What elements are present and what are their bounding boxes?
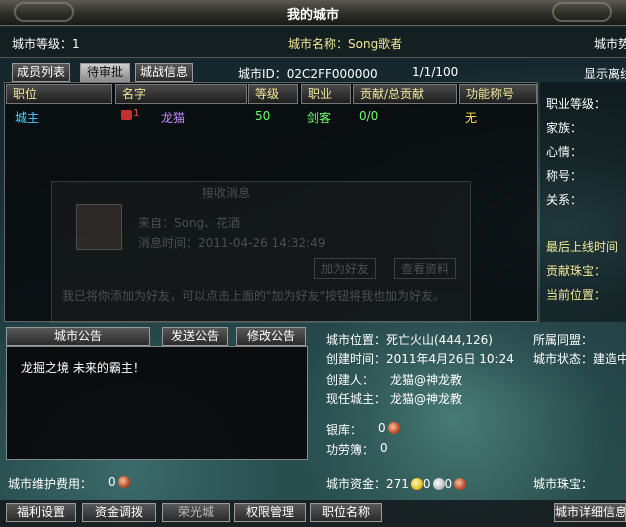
send-notice-button[interactable]: 发送公告: [162, 327, 228, 346]
gold-coin-icon: [410, 478, 423, 490]
city-status: 城市状态：建造中: [533, 352, 626, 366]
member-function-title: 无: [465, 111, 478, 125]
member-position: 城主: [15, 111, 40, 125]
member-contribution: 0/0: [359, 109, 379, 123]
city-details-button[interactable]: 城市详细信息: [554, 503, 626, 522]
creator-label: 创建人：: [326, 373, 375, 387]
edit-notice-button[interactable]: 修改公告: [236, 327, 306, 346]
merit-label: 功劳簿：: [326, 443, 375, 457]
lord-badge-icon: [121, 110, 132, 120]
ghost-dialog-body: 我已将你添加为好友，可以点击上面的"加为好友"按钮将我也加为好友。: [62, 289, 446, 303]
tab-city-war-info[interactable]: 城战信息: [135, 63, 193, 82]
maintenance-amount: 0: [108, 475, 116, 489]
member-job: 剑客: [307, 111, 332, 125]
city-funds-gold: 城市资金：271: [326, 477, 409, 491]
member-table: 职位 名字 等级 职业 贡献/总贡献 功能称号 城主 1 龙猫 50 剑客 0/…: [4, 82, 538, 323]
nickname-label: 称号：: [546, 169, 583, 183]
ghost-view-info-button: 查看资料: [394, 258, 457, 279]
last-online-label: 最后上线时间: [546, 240, 619, 254]
ghost-add-friend-button: 加为好友: [314, 258, 377, 279]
maintenance-fee-label: 城市维护费用：: [8, 477, 93, 491]
city-gem-label: 城市珠宝：: [533, 477, 594, 491]
family-label: 家族：: [546, 121, 583, 135]
alliance-label: 所属同盟：: [533, 333, 594, 347]
maintenance-fee-value: 0: [108, 475, 130, 489]
copper-coin-icon: [387, 422, 400, 434]
tab-pending-approval[interactable]: 待审批: [80, 63, 130, 82]
ghost-dialog-time: 消息时间：2011-04-26 14:32:49: [138, 236, 326, 250]
title-bar[interactable]: 我的城市: [0, 0, 626, 26]
glory-city-button[interactable]: 荣光城: [162, 503, 230, 522]
column-header-position[interactable]: 职位: [6, 84, 112, 104]
city-id: 城市ID：02C2FF000000: [238, 67, 378, 81]
column-header-level[interactable]: 等级: [248, 84, 298, 104]
contribution-gem-label: 贡献珠宝：: [546, 264, 607, 278]
city-funds-silver: 0: [422, 477, 431, 491]
city-name: 城市名称：Song歌者: [288, 37, 403, 51]
column-header-contribution[interactable]: 贡献/总贡献: [353, 84, 457, 104]
member-count: 1/1/100: [412, 65, 459, 79]
current-location-label: 当前位置：: [546, 288, 607, 302]
bank-value: 0: [378, 421, 400, 435]
table-row[interactable]: 城主 1 龙猫 50 剑客 0/0 无: [5, 105, 537, 127]
member-badge-rank: 1: [133, 108, 140, 119]
copper-coin-icon: [454, 478, 467, 490]
faded-message-dialog: 接收消息 来自：Song、花酒 消息时间：2011-04-26 14:32:49…: [51, 181, 471, 323]
column-header-title[interactable]: 功能称号: [459, 84, 537, 104]
lord-label: 现任城主：: [326, 392, 387, 406]
ghost-dialog-title: 接收消息: [202, 186, 251, 200]
creation-time: 创建时间：2011年4月26日 10:24: [326, 352, 514, 366]
avatar: [76, 204, 122, 250]
copper-coin-icon: [117, 476, 130, 488]
city-notice-box: 龙掘之境 未来的霸主！: [6, 346, 308, 460]
city-level: 城市等级：1: [12, 37, 80, 51]
member-name: 龙猫: [161, 111, 186, 125]
mood-label: 心情：: [546, 145, 583, 159]
lord-name: 龙猫@神龙教: [390, 392, 463, 406]
city-position: 城市位置：死亡火山(444,126): [326, 333, 493, 347]
permission-management-button[interactable]: 权限管理: [234, 503, 306, 522]
column-header-job[interactable]: 职业: [301, 84, 351, 104]
city-header: 城市等级：1 城市名称：Song歌者 城市势: [0, 28, 626, 58]
job-level-label: 职业等级：: [546, 97, 607, 111]
welfare-settings-button[interactable]: 福利设置: [6, 503, 76, 522]
silver-coin-icon: [432, 478, 445, 490]
tab-member-list[interactable]: 成员列表: [12, 63, 70, 82]
bank-label: 银库：: [326, 423, 363, 437]
column-header-name[interactable]: 名字: [115, 84, 247, 104]
city-funds-copper: 0: [444, 477, 453, 491]
city-funds: 城市资金：271 0 0: [326, 475, 467, 492]
merit-value: 0: [380, 441, 388, 455]
bank-amount: 0: [378, 421, 386, 435]
creator-name: 龙猫@神龙教: [390, 373, 463, 387]
position-names-button[interactable]: 职位名称: [310, 503, 382, 522]
ghost-dialog-from: 来自：Song、花酒: [138, 216, 241, 230]
city-notice-text: 龙掘之境 未来的霸主！: [21, 361, 145, 375]
city-notice-header: 城市公告: [6, 327, 150, 346]
member-level: 50: [255, 109, 271, 123]
city-header-cut-label: 城市势: [594, 37, 626, 51]
show-offline-toggle[interactable]: 显示离线: [584, 65, 626, 82]
fund-allocation-button[interactable]: 资金调拨: [82, 503, 156, 522]
window-title: 我的城市: [286, 8, 339, 23]
relation-label: 关系：: [546, 193, 583, 207]
